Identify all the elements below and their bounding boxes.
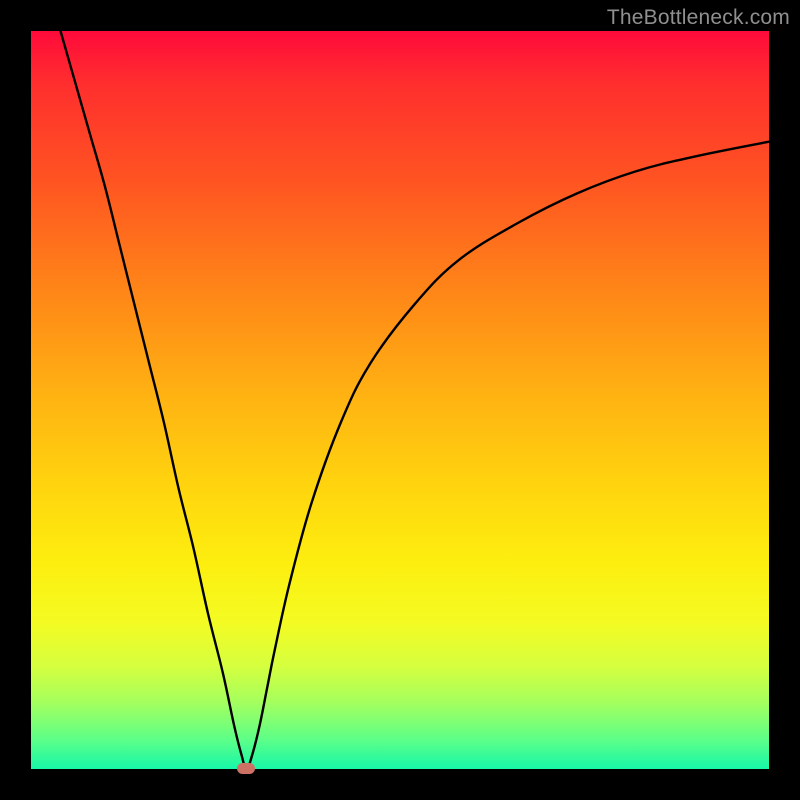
- watermark-text: TheBottleneck.com: [607, 6, 790, 30]
- plot-area: [31, 31, 769, 769]
- chart-frame: TheBottleneck.com: [0, 0, 800, 800]
- curve-path: [61, 31, 769, 769]
- bottleneck-curve: [31, 31, 769, 769]
- minimum-marker: [237, 763, 255, 774]
